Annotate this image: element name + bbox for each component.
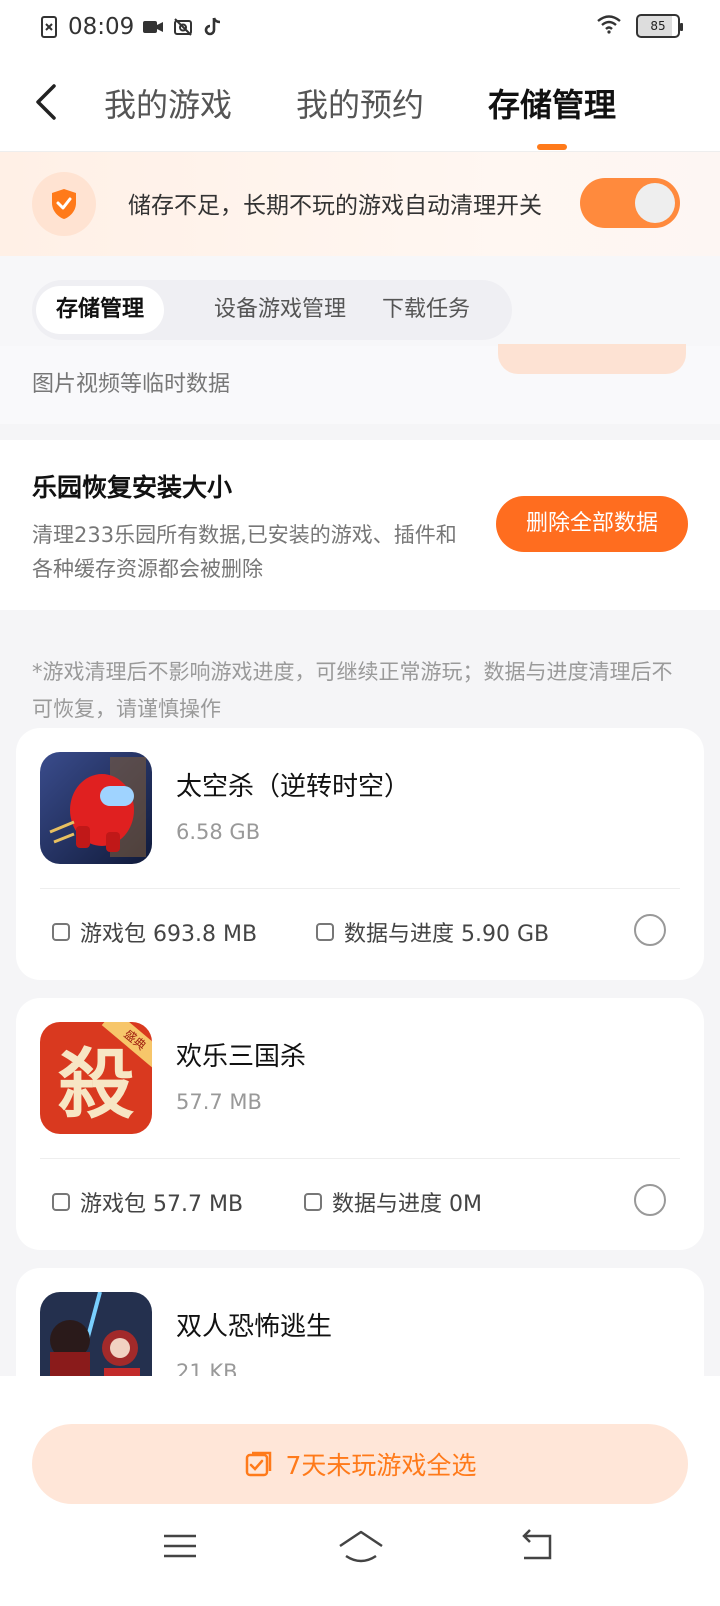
status-bar: 08:09 85: [0, 0, 720, 56]
home-icon[interactable]: [336, 1526, 386, 1566]
data-option[interactable]: 数据与进度 0M: [304, 1186, 482, 1218]
checklist-icon: [245, 1451, 271, 1477]
auto-clean-banner: 储存不足，长期不玩的游戏自动清理开关: [0, 152, 720, 256]
tab-storage-management[interactable]: 存储管理: [488, 80, 616, 126]
game-name: 太空杀（逆转时空）: [176, 772, 411, 802]
select-unplayed-games-button[interactable]: 7天未玩游戏全选: [32, 1424, 688, 1504]
menu-icon[interactable]: [160, 1526, 200, 1566]
data-label: 数据与进度 5.90 GB: [344, 922, 550, 947]
bottom-bar: 7天未玩游戏全选: [0, 1376, 720, 1606]
system-nav-bar: [0, 1504, 720, 1606]
reset-description: 清理233乐园所有数据,已安装的游戏、插件和各种缓存资源都会被删除: [32, 523, 457, 581]
clean-temp-button[interactable]: [498, 344, 686, 374]
delete-all-data-button[interactable]: 删除全部数据: [496, 496, 688, 552]
reset-section: 乐园恢复安装大小 清理233乐园所有数据,已安装的游戏、插件和各种缓存资源都会被…: [0, 440, 720, 610]
cleanup-note: *游戏清理后不影响游戏进度，可继续正常游玩；数据与进度清理后不可恢复，请谨慎操作: [32, 660, 673, 721]
data-checkbox[interactable]: [316, 923, 334, 941]
game-icon-space-kill: [40, 752, 152, 864]
sim-off-icon: [38, 16, 60, 38]
temp-data-section: 图片视频等临时数据: [0, 344, 720, 424]
data-label: 数据与进度 0M: [332, 1192, 482, 1217]
game-size: 57.7 MB: [176, 1090, 262, 1114]
wifi-icon: [596, 14, 622, 38]
divider: [40, 1158, 680, 1159]
battery-level: 85: [650, 19, 666, 33]
shield-icon: [32, 172, 96, 236]
active-tab-indicator: [537, 144, 567, 150]
game-name: 欢乐三国杀: [176, 1042, 307, 1072]
tiktok-icon: [202, 16, 224, 38]
back-nav-icon[interactable]: [516, 1526, 556, 1566]
game-icon-sanguosha: 殺 盛典: [40, 1022, 152, 1134]
game-name: 双人恐怖逃生: [176, 1312, 333, 1342]
temp-data-subtitle: 图片视频等临时数据: [32, 372, 231, 397]
segment-storage[interactable]: 存储管理: [36, 286, 165, 334]
select-unplayed-label: 7天未玩游戏全选: [285, 1451, 477, 1480]
no-photo-icon: [172, 16, 194, 38]
toggle-knob: [635, 183, 675, 223]
back-button[interactable]: [30, 80, 66, 124]
package-checkbox[interactable]: [52, 923, 70, 941]
video-icon: [142, 16, 164, 38]
status-time: 08:09: [68, 14, 135, 40]
game-size: 6.58 GB: [176, 820, 261, 844]
top-tab-bar: 我的游戏 我的预约 存储管理: [0, 56, 720, 152]
game-card: 殺 盛典 欢乐三国杀 57.7 MB 游戏包 57.7 MB 数据与进度 0M: [16, 998, 704, 1250]
package-label: 游戏包 693.8 MB: [80, 922, 258, 947]
segment-device-games[interactable]: 设备游戏管理: [194, 286, 366, 334]
reset-title: 乐园恢复安装大小: [32, 473, 233, 502]
game-card: 太空杀（逆转时空） 6.58 GB 游戏包 693.8 MB 数据与进度 5.9…: [16, 728, 704, 980]
package-option[interactable]: 游戏包 57.7 MB: [52, 1186, 243, 1218]
package-option[interactable]: 游戏包 693.8 MB: [52, 916, 257, 948]
chevron-left-icon: [36, 84, 56, 120]
tab-my-reservations[interactable]: 我的预约: [296, 80, 424, 126]
segment-downloads[interactable]: 下载任务: [362, 286, 490, 334]
auto-clean-toggle[interactable]: [580, 178, 680, 228]
segmented-control: 存储管理 设备游戏管理 下载任务: [32, 280, 512, 340]
package-label: 游戏包 57.7 MB: [80, 1192, 244, 1217]
data-option[interactable]: 数据与进度 5.90 GB: [316, 916, 549, 948]
data-checkbox[interactable]: [304, 1193, 322, 1211]
segment-area: 存储管理 设备游戏管理 下载任务: [0, 256, 720, 346]
select-game-radio[interactable]: [634, 914, 666, 946]
select-game-radio[interactable]: [634, 1184, 666, 1216]
divider: [40, 888, 680, 889]
battery-icon: 85: [636, 14, 683, 38]
tab-my-games[interactable]: 我的游戏: [104, 80, 232, 126]
package-checkbox[interactable]: [52, 1193, 70, 1211]
banner-text: 储存不足，长期不玩的游戏自动清理开关: [128, 193, 542, 219]
